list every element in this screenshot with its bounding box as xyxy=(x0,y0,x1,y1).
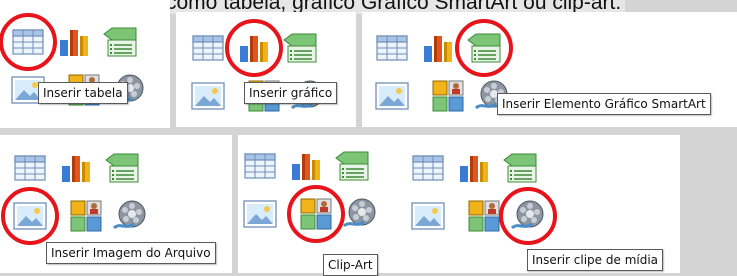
smartart-icon[interactable] xyxy=(334,148,370,184)
highlight-circle xyxy=(499,187,557,245)
smartart-icon[interactable] xyxy=(104,150,140,186)
tooltip-inserir-imagem: Inserir Imagem do Arquivo xyxy=(46,242,216,264)
chart-icon[interactable] xyxy=(56,24,92,60)
clipart-icon[interactable] xyxy=(466,198,502,234)
smartart-icon[interactable] xyxy=(102,24,138,60)
clipart-icon[interactable] xyxy=(430,78,466,114)
picture-icon[interactable] xyxy=(374,78,410,114)
table-icon[interactable] xyxy=(242,148,278,184)
highlight-circle xyxy=(1,187,59,245)
table-icon[interactable] xyxy=(410,150,446,186)
media-icon[interactable] xyxy=(342,196,378,232)
chart-icon[interactable] xyxy=(58,150,94,186)
highlight-circle xyxy=(0,13,57,71)
tooltip-inserir-tabela: Inserir tabela xyxy=(38,82,128,104)
media-icon[interactable] xyxy=(112,198,148,234)
table-icon[interactable] xyxy=(12,150,48,186)
picture-icon[interactable] xyxy=(242,196,278,232)
smartart-icon[interactable] xyxy=(502,150,538,186)
chart-icon[interactable] xyxy=(456,150,492,186)
chart-icon[interactable] xyxy=(288,148,324,184)
tooltip-inserir-clipe-midia: Inserir clipe de mídia xyxy=(527,249,664,271)
tooltip-inserir-smartart: Inserir Elemento Gráfico SmartArt xyxy=(497,93,711,115)
table-icon[interactable] xyxy=(190,30,226,66)
picture-icon[interactable] xyxy=(410,198,446,234)
clipart-icon[interactable] xyxy=(68,198,104,234)
chart-icon[interactable] xyxy=(420,30,456,66)
table-icon[interactable] xyxy=(374,30,410,66)
tooltip-inserir-grafico: Inserir gráfico xyxy=(244,82,338,104)
smartart-icon[interactable] xyxy=(282,30,318,66)
highlight-circle xyxy=(455,19,513,77)
picture-icon[interactable] xyxy=(190,78,226,114)
highlight-circle xyxy=(225,19,283,77)
highlight-circle xyxy=(287,185,345,243)
